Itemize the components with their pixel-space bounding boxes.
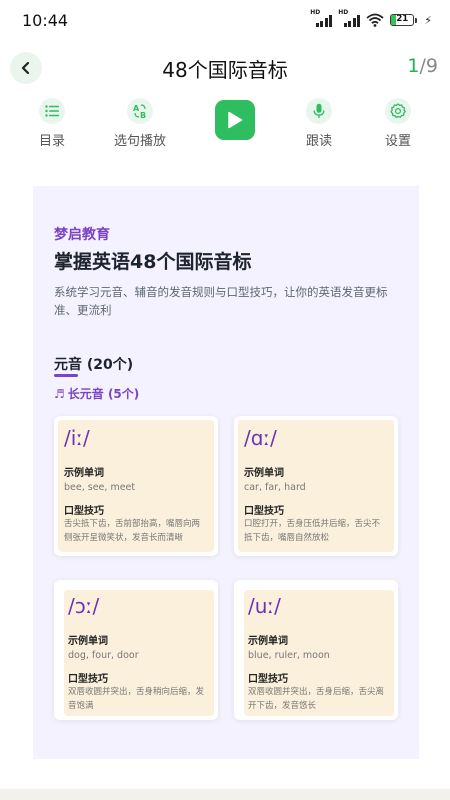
list-icon [39,98,65,124]
tip-text: 双唇收圆并突出，舌身稍向后缩，发音饱满 [68,687,205,711]
charging-icon: ⚡ [424,13,432,27]
toolbar-sentence-play-button[interactable]: A B 选句播放 [105,98,175,149]
status-bar: 10:44 HD HD 21 ⚡ [0,0,450,40]
bottom-strip [0,789,450,800]
signal-icon: HD [310,9,333,27]
phonetic-card[interactable]: /ɔː/ 示例单词 dog, four, door 口型技巧 双唇收圆并突出，舌… [54,580,218,720]
phonetic-symbol: /ɑː/ [244,426,277,450]
wifi-icon [366,13,384,27]
content-title: 掌握英语48个国际音标 [54,251,252,273]
battery-level: 21 [396,14,409,24]
play-button[interactable] [215,100,255,140]
toolbar-label: 选句播放 [113,134,166,149]
brand-name: 梦启教育 [54,227,110,243]
example-words: dog, four, door [68,650,139,661]
toolbar-label: 跟读 [305,134,332,149]
ab-icon: A B [127,98,153,124]
toolbar: 目录 A B 选句播放 跟读 设置 [0,98,450,150]
microphone-icon [306,98,332,124]
example-label: 示例单词 [248,636,288,647]
tip-text: 舌尖抵下齿，舌前部抬高，嘴唇向两侧张开呈微笑状，发音长而清晰 [64,519,201,543]
toolbar-read-along-button[interactable]: 跟读 [284,98,354,149]
tip-text: 口腔打开，舌身压低并后缩，舌尖不抵下齿，嘴唇自然放松 [244,519,381,543]
toolbar-catalog-button[interactable]: 目录 [17,98,87,149]
phonetic-card[interactable]: /iː/ 示例单词 bee, see, meet 口型技巧 舌尖抵下齿，舌前部抬… [54,416,218,556]
example-words: car, far, hard [244,482,306,493]
phonetic-symbol: /ɔː/ [68,594,100,618]
page-total: /9 [419,55,439,77]
svg-text:A: A [133,104,140,113]
example-words: bee, see, meet [64,482,136,493]
tip-label: 口型技巧 [248,674,288,685]
status-icons: HD HD 21 ⚡ [310,9,432,27]
status-time: 10:44 [22,10,69,30]
battery-icon: 21 [390,14,418,26]
tip-label: 口型技巧 [64,506,104,517]
tip-label: 口型技巧 [68,674,108,685]
example-label: 示例单词 [64,468,104,479]
toolbar-label: 设置 [384,134,411,149]
music-note-icon: ♬ [54,387,65,401]
gear-icon [385,98,411,124]
page-counter: 1/9 [407,55,438,77]
content-panel: 梦启教育 掌握英语48个国际音标 系统学习元音、辅音的发音规则与口型技巧，让你的… [33,186,419,759]
content-description: 系统学习元音、辅音的发音规则与口型技巧，让你的英语发音更标准、更流利 [54,285,388,317]
phonetic-symbol: /iː/ [64,426,90,450]
sub-section-label: 长元音 (5个) [67,387,140,401]
phonetic-symbol: /uː/ [248,594,281,618]
phonetic-card[interactable]: /ɑː/ 示例单词 car, far, hard 口型技巧 口腔打开，舌身压低并… [234,416,398,556]
phonetic-card[interactable]: /uː/ 示例单词 blue, ruler, moon 口型技巧 双唇收圆并突出… [234,580,398,720]
tip-label: 口型技巧 [244,506,284,517]
play-icon [228,111,243,129]
example-label: 示例单词 [68,636,108,647]
header: 48个国际音标 1/9 [0,46,450,90]
toolbar-settings-button[interactable]: 设置 [363,98,433,149]
page-current: 1 [407,55,420,77]
toolbar-label: 目录 [38,134,65,149]
svg-text:B: B [140,111,146,119]
example-label: 示例单词 [244,468,284,479]
section-title: 元音 (20个) [54,357,134,373]
signal-icon: HD [338,9,361,27]
example-words: blue, ruler, moon [248,650,330,661]
page-title: 48个国际音标 [162,58,288,82]
sub-section-title: ♬ 长元音 (5个) [54,385,139,402]
tip-text: 双唇收圆并突出，舌身后缩，舌尖离开下齿，发音悠长 [248,687,385,711]
section-underline [54,374,78,377]
